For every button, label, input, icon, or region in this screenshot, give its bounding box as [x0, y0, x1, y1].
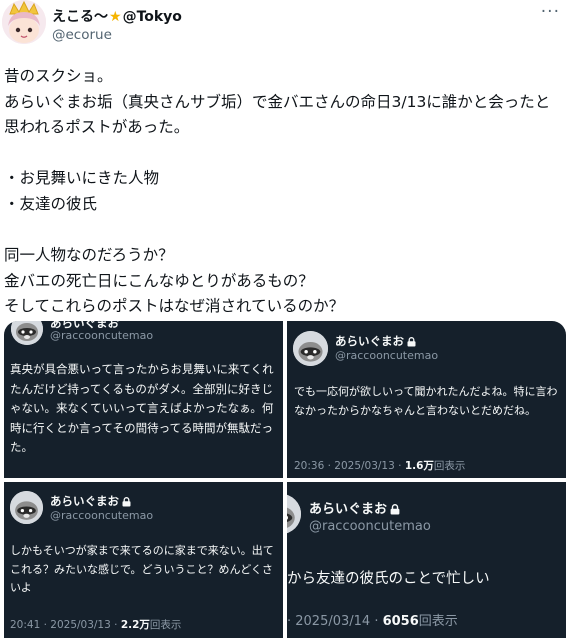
screenshot-post-text: しかもそいつが家まで来てるのに家まで来ない。出てこれる？みたいな感じで。どういう…	[10, 544, 274, 594]
screenshot-time: · 2025/03/14 ·	[287, 614, 383, 629]
author-handle[interactable]: @ecorue	[52, 27, 112, 43]
raccoon-avatar-icon	[10, 491, 43, 524]
post-line: 同一人物なのだろうか？	[4, 246, 174, 265]
raccoon-avatar-icon	[293, 331, 328, 366]
lock-icon	[122, 496, 131, 506]
screenshot-author-handle: @raccooncutemao	[50, 509, 154, 522]
screenshot-views-label: 回表示	[149, 619, 182, 631]
author-avatar[interactable]	[2, 0, 46, 44]
screenshot-views-label: 回表示	[418, 614, 458, 629]
raccoon-avatar-icon	[287, 494, 301, 534]
star-icon: ★	[109, 9, 122, 25]
screenshot-image-1[interactable]: あらいぐまお @raccooncutemao 真央が具合悪いって言ったからお見舞…	[4, 321, 283, 478]
screenshot-post-text: でも一応何が欲しいって聞かれたんだよね。特に言わなかったからかなちゃんと言わない…	[294, 385, 558, 417]
screenshot-views: 1.6万	[404, 460, 434, 472]
more-horizontal-icon[interactable]: ···	[541, 2, 560, 22]
screenshot-image-4[interactable]: あらいぐまお @raccooncutemao から友達の彼氏のことで忙しい · …	[287, 482, 566, 638]
screenshot-author-name: あらいぐまお	[50, 493, 131, 509]
screenshot-author-name: あらいぐまお	[309, 498, 400, 517]
screenshot-views: 6056	[382, 614, 419, 629]
screenshot-author-handle: @raccooncutemao	[335, 349, 439, 362]
post-line: 昔のスクショ。	[4, 67, 113, 85]
screenshot-views: 2.2万	[120, 619, 150, 631]
screenshot-meta: 20:36 · 2025/03/13 · 1.6万回表示	[294, 458, 465, 473]
post-line: ・お見舞いにきた人物	[4, 169, 160, 188]
lock-icon	[390, 504, 400, 515]
screenshot-image-2[interactable]: あらいぐまお @raccooncutemao でも一応何が欲しいって聞かれたんだ…	[287, 321, 566, 478]
post-line: あらいぐまお垢（真央さんサブ垢）で金バエさんの命日3/13に誰かと会ったと思われ…	[4, 92, 551, 137]
display-name-text: えこる〜	[52, 9, 108, 25]
post-line: そしてこれらのポストはなぜ消されているのか？	[4, 297, 345, 316]
screenshot-time: 20:41 · 2025/03/13 ·	[10, 619, 121, 631]
raccoon-avatar-icon	[11, 321, 43, 345]
author-display-name[interactable]: えこる〜★@Tokyo	[52, 6, 182, 26]
screenshot-author-name-text: あらいぐまお	[335, 334, 404, 348]
screenshot-meta: · 2025/03/14 · 6056回表示	[287, 610, 458, 629]
screenshot-time: 20:36 · 2025/03/13 ·	[294, 460, 405, 472]
display-name-suffix: @Tokyo	[122, 9, 182, 25]
screenshot-post-text: から友達の彼氏のことで忙しい	[287, 571, 490, 587]
screenshot-author-name: あらいぐまお	[335, 333, 416, 349]
screenshot-post-text: 真央が具合悪いって言ったからお見舞いに来てくれたんだけど持ってくるものがダメ。全…	[10, 362, 274, 454]
screenshot-author-name-text: あらいぐまお	[309, 502, 388, 517]
post-line: ・友達の彼氏	[4, 194, 98, 213]
screenshot-views-label: 回表示	[433, 460, 466, 472]
media-grid: あらいぐまお @raccooncutemao 真央が具合悪いって言ったからお見舞…	[4, 321, 566, 638]
screenshot-meta: 20:41 · 2025/03/13 · 2.2万回表示	[10, 617, 181, 632]
post-text: 昔のスクショ。 あらいぐまお垢（真央さんサブ垢）で金バエさんの命日3/13に誰か…	[4, 64, 564, 320]
screenshot-author-handle: @raccooncutemao	[50, 329, 154, 342]
screenshot-author-name-text: あらいぐまお	[50, 494, 119, 508]
lock-icon	[407, 336, 416, 346]
screenshot-author-handle: @raccooncutemao	[309, 519, 431, 534]
post-line: 金バエの死亡日にこんなゆとりがあるもの？	[4, 271, 314, 290]
screenshot-image-3[interactable]: あらいぐまお @raccooncutemao しかもそいつが家まで来てるのに家ま…	[4, 482, 283, 638]
